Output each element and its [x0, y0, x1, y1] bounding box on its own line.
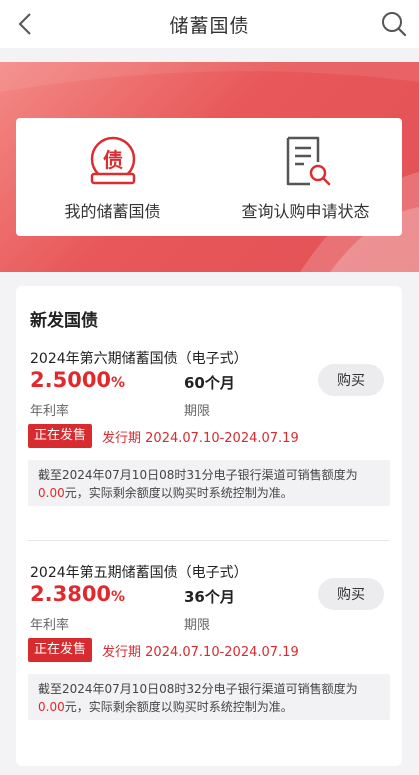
bond-name: 2024年第五期储蓄国债（电子式） [30, 565, 248, 581]
bond-term: 60个月 [184, 374, 235, 392]
document-search-icon [286, 136, 330, 186]
quota-amount: 0.00 [38, 700, 65, 714]
section-title: 新发国债 [30, 311, 98, 331]
query-status-label: 查询认购申请状态 [241, 202, 370, 221]
quota-note: 截至2024年07月10日08时31分电子银行渠道可销售额度为0.00元，实际剩… [28, 460, 390, 506]
search-icon[interactable] [379, 9, 409, 39]
status-badge: 正在发售 [28, 424, 93, 448]
quota-amount: 0.00 [38, 486, 65, 500]
term-label: 期限 [184, 618, 211, 633]
bond-name: 2024年第六期储蓄国债（电子式） [30, 351, 248, 367]
quota-note: 截至2024年07月10日08时32分电子银行渠道可销售额度为0.00元，实际剩… [28, 674, 390, 720]
buy-button[interactable]: 购买 [318, 364, 384, 396]
nav-bar: 储蓄国债 [0, 0, 419, 48]
shortcut-card: 债 我的储蓄国债 查询认购申请状态 [16, 118, 402, 236]
bond-rate: 2.3800% [30, 582, 126, 606]
rate-unit: % [111, 589, 126, 605]
term-label: 期限 [184, 404, 211, 419]
buy-button[interactable]: 购买 [318, 578, 384, 610]
rate-label: 年利率 [30, 618, 70, 633]
bond-term: 36个月 [184, 588, 235, 606]
rate-unit: % [111, 375, 126, 391]
my-bonds-label: 我的储蓄国债 [64, 202, 161, 221]
new-bonds-card: 新发国债 2024年第六期储蓄国债（电子式） 2.5000% 60个月 年利率 … [16, 286, 402, 766]
my-bonds-entry[interactable]: 债 我的储蓄国债 [16, 118, 209, 236]
bond-certificate-icon: 债 [90, 136, 135, 185]
rate-label: 年利率 [30, 404, 70, 419]
divider [28, 540, 390, 541]
status-badge: 正在发售 [28, 638, 93, 662]
query-status-entry[interactable]: 查询认购申请状态 [209, 118, 402, 236]
page-title: 储蓄国债 [169, 14, 250, 37]
svg-text:债: 债 [103, 148, 123, 172]
bond-rate: 2.5000% [30, 368, 126, 392]
back-arrow-icon[interactable] [12, 10, 40, 38]
issue-period: 发行期 2024.07.10-2024.07.19 [102, 645, 299, 660]
issue-period: 发行期 2024.07.10-2024.07.19 [102, 431, 299, 446]
